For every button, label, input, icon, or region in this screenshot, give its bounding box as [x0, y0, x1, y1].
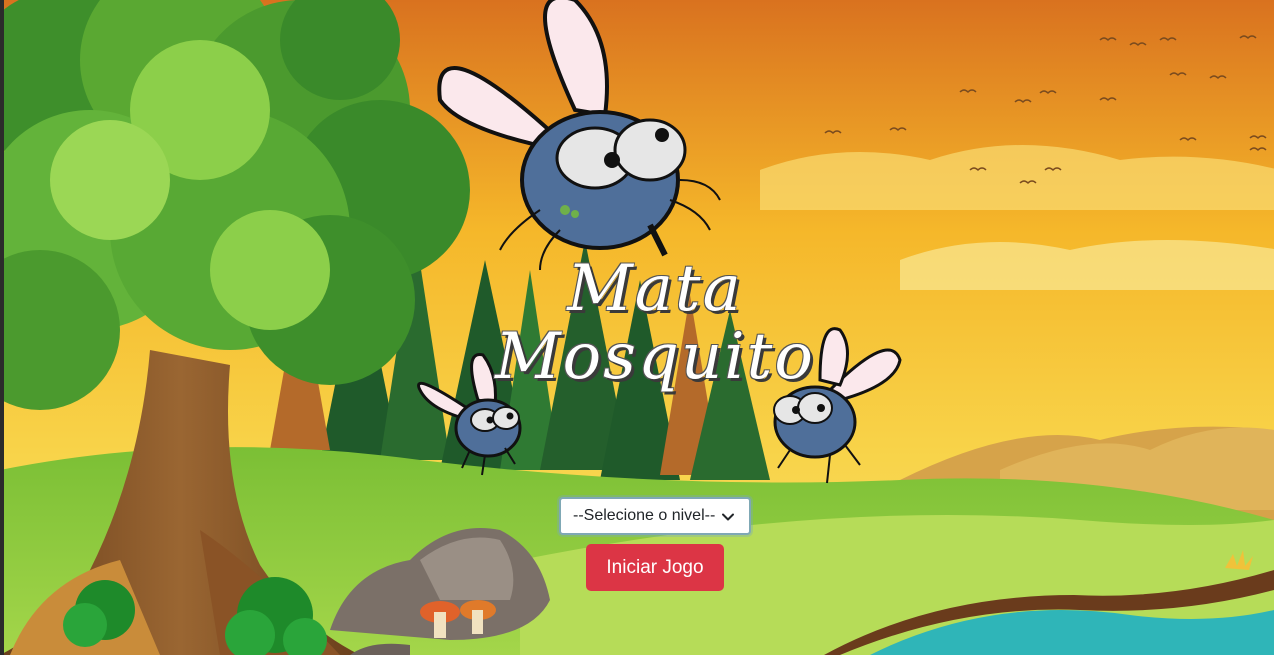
- game-title-line2: Mosquito: [495, 320, 815, 394]
- game-title: Mata Mosquito: [480, 255, 830, 391]
- window-edge: [0, 0, 4, 655]
- level-select[interactable]: --Selecione o nivel--: [559, 497, 751, 535]
- chevron-down-icon: [722, 513, 734, 521]
- level-select-value: --Selecione o nivel--: [573, 507, 716, 524]
- game-title-line1: Mata: [567, 252, 743, 326]
- start-game-label: Iniciar Jogo: [606, 556, 704, 578]
- start-game-button[interactable]: Iniciar Jogo: [586, 544, 724, 591]
